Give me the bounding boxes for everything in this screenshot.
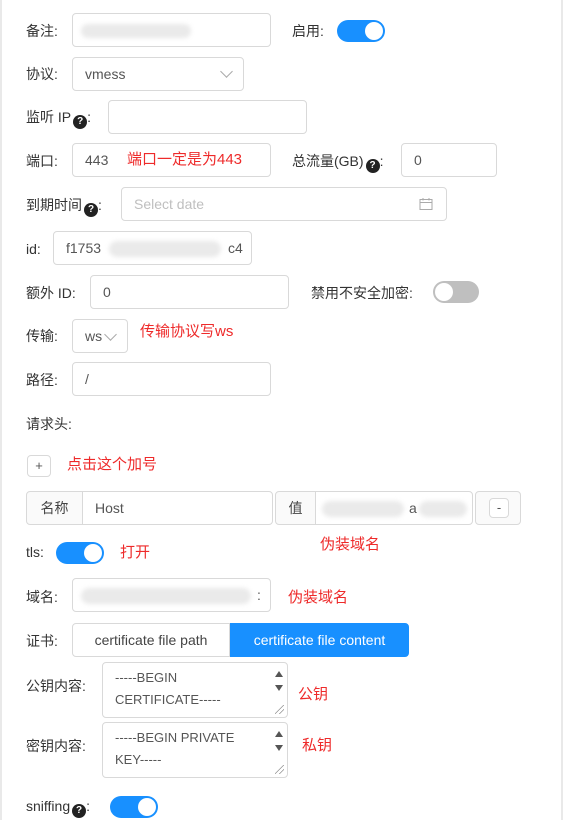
enable-toggle[interactable] xyxy=(337,20,385,42)
scroll-down-icon[interactable] xyxy=(275,685,283,691)
cert-option-file-path[interactable]: certificate file path xyxy=(72,623,230,657)
header-name-input[interactable]: Host xyxy=(82,491,273,525)
resize-grip-icon[interactable] xyxy=(275,705,284,714)
scroll-up-icon[interactable] xyxy=(275,731,283,737)
private-key-label: 密钥内容: xyxy=(26,738,86,754)
listen-ip-colon: : xyxy=(87,109,92,125)
total-traffic-input[interactable]: 0 xyxy=(401,143,497,177)
question-circle-icon[interactable]: ? xyxy=(84,203,98,217)
total-traffic-colon: : xyxy=(379,153,384,169)
header-value-addon: 值 xyxy=(275,491,316,525)
enable-label: 启用: xyxy=(292,23,324,39)
redacted-blur xyxy=(419,501,467,517)
private-key-value: -----BEGIN PRIVATE KEY----- xyxy=(115,730,235,767)
disable-insecure-label: 禁用不安全加密: xyxy=(311,285,413,301)
protocol-select[interactable]: vmess xyxy=(72,57,244,91)
public-key-label: 公钥内容: xyxy=(26,678,86,694)
toggle-knob xyxy=(435,283,453,301)
public-key-value: -----BEGIN CERTIFICATE----- xyxy=(115,670,221,707)
host-annotation: 伪装域名 xyxy=(320,536,381,553)
tls-label: tls: xyxy=(26,544,44,560)
id-value-end: c4 xyxy=(228,240,243,256)
alter-id-input[interactable]: 0 xyxy=(90,275,289,309)
redacted-blur xyxy=(322,501,404,517)
domain-value-tail: : xyxy=(257,587,261,603)
transport-label: 传输: xyxy=(26,328,58,344)
redacted-blur xyxy=(109,241,221,257)
toggle-knob xyxy=(138,798,156,816)
domain-annotation: 伪装域名 xyxy=(288,589,349,606)
scroll-down-icon[interactable] xyxy=(275,745,283,751)
disable-insecure-toggle[interactable] xyxy=(433,281,479,303)
remark-label: 备注: xyxy=(26,23,58,39)
expiry-text: 到期时间 xyxy=(26,197,82,213)
id-input[interactable]: f1753 c4 xyxy=(53,231,252,265)
redacted-blur xyxy=(81,24,191,38)
domain-input[interactable]: : xyxy=(72,578,271,612)
pubkey-annotation: 公钥 xyxy=(298,686,329,703)
chevron-down-icon xyxy=(104,328,117,341)
port-value: 443 xyxy=(85,152,109,168)
question-circle-icon[interactable]: ? xyxy=(72,804,87,818)
scroll-up-icon[interactable] xyxy=(275,671,283,677)
protocol-value: vmess xyxy=(85,66,126,82)
sniffing-text: sniffing xyxy=(26,798,71,814)
total-traffic-label: 总流量(GB)?: xyxy=(292,151,383,173)
tls-toggle[interactable] xyxy=(56,542,104,564)
transport-select[interactable]: ws xyxy=(72,319,128,353)
remove-header-button[interactable]: - xyxy=(489,498,509,518)
alter-id-label: 额外 ID: xyxy=(26,285,76,301)
tls-annotation: 打开 xyxy=(120,544,151,561)
domain-label: 域名: xyxy=(26,589,58,605)
header-name-addon: 名称 xyxy=(26,491,83,525)
id-value-start: f1753 xyxy=(66,240,102,256)
listen-ip-input[interactable] xyxy=(108,100,307,134)
chevron-down-icon xyxy=(220,65,233,78)
sniffing-label: sniffing?: xyxy=(26,796,90,818)
private-key-textarea[interactable]: -----BEGIN PRIVATE KEY----- xyxy=(102,722,288,778)
sniffing-colon: : xyxy=(86,798,90,814)
redacted-blur xyxy=(81,588,251,604)
question-circle-icon[interactable]: ? xyxy=(365,159,380,173)
sniffing-toggle[interactable] xyxy=(110,796,158,818)
resize-grip-icon[interactable] xyxy=(275,765,284,774)
path-input[interactable]: / xyxy=(72,362,271,396)
remark-input[interactable] xyxy=(72,13,271,47)
public-key-textarea[interactable]: -----BEGIN CERTIFICATE----- xyxy=(102,662,288,718)
add-header-button[interactable]: + xyxy=(27,455,51,477)
privkey-annotation: 私钥 xyxy=(302,737,333,754)
cert-option-file-content[interactable]: certificate file content xyxy=(230,623,409,657)
toggle-knob xyxy=(365,22,383,40)
listen-ip-text: 监听 IP xyxy=(26,109,72,125)
listen-ip-label: 监听 IP?: xyxy=(26,107,91,129)
cert-label: 证书: xyxy=(26,633,58,649)
port-label: 端口: xyxy=(26,153,58,169)
header-value-input[interactable]: a xyxy=(315,491,473,525)
transport-annotation: 传输协议写ws xyxy=(140,323,234,340)
expiry-label: 到期时间?: xyxy=(26,195,102,217)
expiry-datepicker[interactable]: Select date xyxy=(121,187,447,221)
header-remove-wrapper: - xyxy=(475,491,521,525)
add-annotation: 点击这个加号 xyxy=(67,456,158,473)
question-circle-icon[interactable]: ? xyxy=(73,115,88,129)
calendar-icon xyxy=(419,198,433,210)
left-edge xyxy=(0,0,2,820)
header-value-tail: a xyxy=(409,500,417,516)
expiry-placeholder: Select date xyxy=(134,196,205,212)
total-traffic-text: 总流量(GB) xyxy=(292,153,364,169)
expiry-colon: : xyxy=(98,197,102,213)
headers-label: 请求头: xyxy=(26,416,72,432)
port-annotation: 端口一定是为443 xyxy=(127,151,243,168)
protocol-label: 协议: xyxy=(26,66,58,82)
transport-value: ws xyxy=(85,328,103,344)
toggle-knob xyxy=(84,544,102,562)
path-label: 路径: xyxy=(26,372,58,388)
id-label: id: xyxy=(26,241,41,257)
